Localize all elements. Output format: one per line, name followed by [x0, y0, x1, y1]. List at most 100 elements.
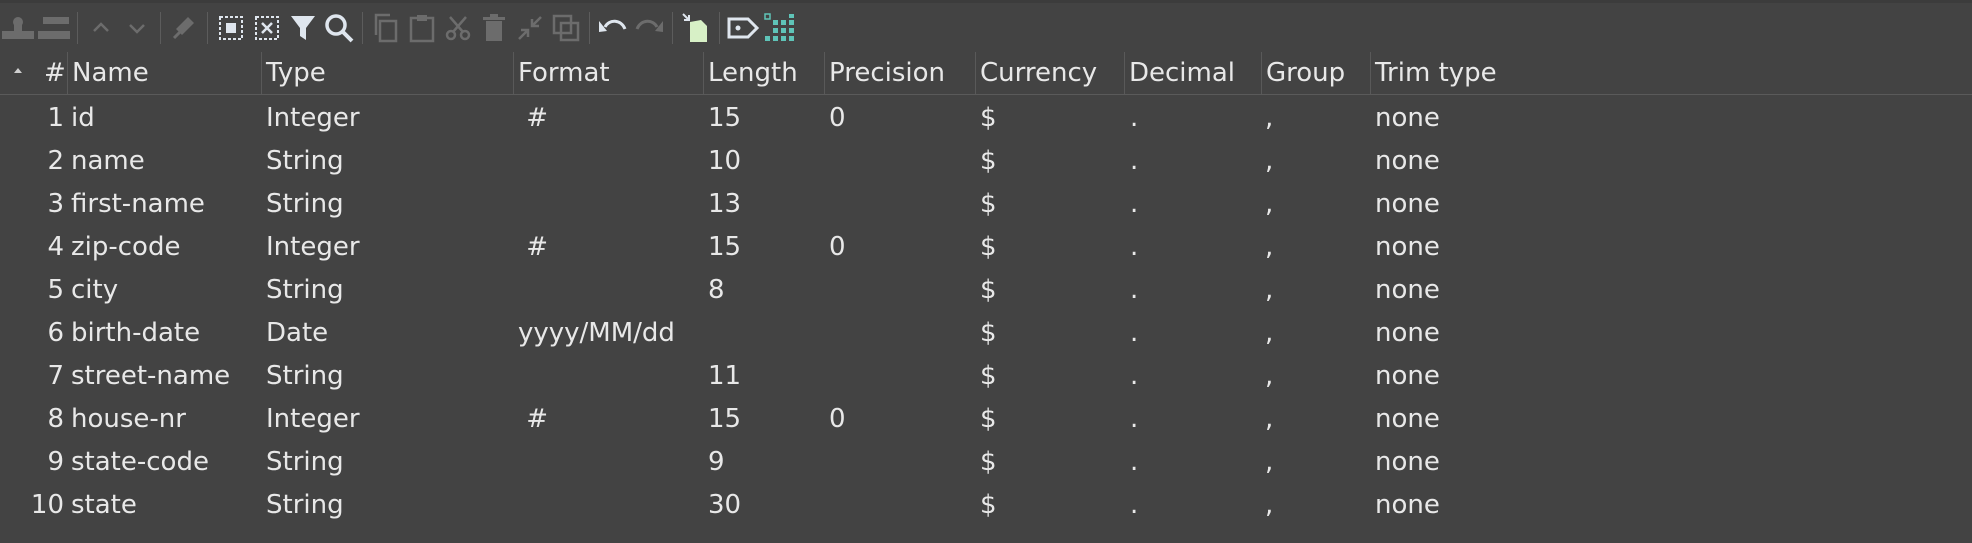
header-decimal[interactable]: Decimal	[1124, 52, 1235, 94]
table-row[interactable]: 4 zip-code Integer #15 0 $., none	[0, 226, 1972, 269]
cell-format[interactable]: #	[518, 398, 548, 441]
cell-currency[interactable]: $	[980, 441, 997, 484]
redo-button[interactable]	[631, 8, 667, 48]
cell-group[interactable]: ,	[1265, 97, 1273, 140]
cell-format[interactable]: #	[518, 97, 548, 140]
cell-group[interactable]: ,	[1265, 140, 1273, 183]
cell-trim[interactable]: none	[1375, 441, 1440, 484]
cut-button[interactable]	[440, 8, 476, 48]
cell-name[interactable]: house-nr	[71, 398, 186, 441]
cell-currency[interactable]: $	[980, 398, 997, 441]
move-up-button[interactable]	[83, 8, 119, 48]
cell-format[interactable]: yyyy/MM/dd	[518, 312, 675, 355]
cell-type[interactable]: Date	[266, 312, 328, 355]
cell-length[interactable]: 15	[708, 97, 741, 140]
cell-name[interactable]: street-name	[71, 355, 230, 398]
cell-group[interactable]: ,	[1265, 183, 1273, 226]
cell-group[interactable]: ,	[1265, 441, 1273, 484]
cell-group[interactable]: ,	[1265, 355, 1273, 398]
cell-precision[interactable]: 0	[829, 398, 846, 441]
header-name[interactable]: Name	[67, 52, 149, 94]
cell-precision[interactable]: 0	[829, 226, 846, 269]
insert-row-button[interactable]	[0, 8, 36, 48]
cell-currency[interactable]: $	[980, 355, 997, 398]
cell-name[interactable]: state	[71, 484, 137, 527]
move-down-button[interactable]	[119, 8, 155, 48]
cell-type[interactable]: String	[266, 355, 344, 398]
cell-decimal[interactable]: .	[1130, 398, 1138, 441]
cell-trim[interactable]: none	[1375, 312, 1440, 355]
cell-decimal[interactable]: .	[1130, 484, 1138, 527]
cell-decimal[interactable]: .	[1130, 183, 1138, 226]
cell-trim[interactable]: none	[1375, 226, 1440, 269]
cell-name[interactable]: state-code	[71, 441, 209, 484]
cell-trim[interactable]: none	[1375, 269, 1440, 312]
cell-name[interactable]: birth-date	[71, 312, 200, 355]
table-row[interactable]: 7 street-name String 11 $., none	[0, 355, 1972, 398]
cell-length[interactable]: 15	[708, 398, 741, 441]
header-num[interactable]: #	[44, 52, 66, 94]
deselect-button[interactable]	[249, 8, 285, 48]
header-type[interactable]: Type	[261, 52, 326, 94]
cell-decimal[interactable]: .	[1130, 226, 1138, 269]
cell-length[interactable]: 30	[708, 484, 741, 527]
cell-length[interactable]: 9	[708, 441, 725, 484]
cell-type[interactable]: String	[266, 183, 344, 226]
cell-length[interactable]: 10	[708, 140, 741, 183]
cell-name[interactable]: city	[71, 269, 118, 312]
get-fields-button[interactable]	[678, 8, 714, 48]
cell-format[interactable]: #	[518, 226, 548, 269]
cell-decimal[interactable]: .	[1130, 269, 1138, 312]
cell-currency[interactable]: $	[980, 226, 997, 269]
cell-currency[interactable]: $	[980, 183, 997, 226]
cell-trim[interactable]: none	[1375, 398, 1440, 441]
cell-type[interactable]: Integer	[266, 97, 360, 140]
cell-name[interactable]: zip-code	[71, 226, 180, 269]
cell-group[interactable]: ,	[1265, 484, 1273, 527]
table-row[interactable]: 10 state String 30 $., none	[0, 484, 1972, 527]
cell-type[interactable]: String	[266, 441, 344, 484]
cell-length[interactable]: 13	[708, 183, 741, 226]
cell-trim[interactable]: none	[1375, 355, 1440, 398]
sort-ascending-icon[interactable]	[14, 68, 22, 73]
table-row[interactable]: 1 id Integer #15 0 $., none	[0, 97, 1972, 140]
cell-length[interactable]: 8	[708, 269, 725, 312]
cell-type[interactable]: String	[266, 140, 344, 183]
cell-type[interactable]: String	[266, 484, 344, 527]
copy-button[interactable]	[368, 8, 404, 48]
duplicate-button[interactable]	[548, 8, 584, 48]
table-row[interactable]: 9 state-code String 9 $., none	[0, 441, 1972, 484]
filter-button[interactable]	[285, 8, 321, 48]
cell-type[interactable]: String	[266, 269, 344, 312]
cell-type[interactable]: Integer	[266, 398, 360, 441]
undo-button[interactable]	[595, 8, 631, 48]
trash-button[interactable]	[476, 8, 512, 48]
cell-type[interactable]: Integer	[266, 226, 360, 269]
header-currency[interactable]: Currency	[975, 52, 1097, 94]
cell-currency[interactable]: $	[980, 484, 997, 527]
cell-currency[interactable]: $	[980, 312, 997, 355]
cell-group[interactable]: ,	[1265, 312, 1273, 355]
tag-button[interactable]	[725, 8, 761, 48]
clear-button[interactable]	[166, 8, 202, 48]
cell-group[interactable]: ,	[1265, 398, 1273, 441]
table-row[interactable]: 2 name String 10 $., none	[0, 140, 1972, 183]
header-format[interactable]: Format	[513, 52, 610, 94]
cell-trim[interactable]: none	[1375, 484, 1440, 527]
cell-group[interactable]: ,	[1265, 226, 1273, 269]
header-precision[interactable]: Precision	[824, 52, 945, 94]
cell-group[interactable]: ,	[1265, 269, 1273, 312]
cell-decimal[interactable]: .	[1130, 97, 1138, 140]
cell-name[interactable]: name	[71, 140, 145, 183]
cell-decimal[interactable]: .	[1130, 312, 1138, 355]
header-length[interactable]: Length	[703, 52, 798, 94]
cell-currency[interactable]: $	[980, 97, 997, 140]
search-button[interactable]	[321, 8, 357, 48]
cell-name[interactable]: id	[71, 97, 95, 140]
table-row[interactable]: 3 first-name String 13 $., none	[0, 183, 1972, 226]
cell-length[interactable]: 11	[708, 355, 741, 398]
cell-currency[interactable]: $	[980, 269, 997, 312]
table-row[interactable]: 6 birth-date Date yyyy/MM/dd $., none	[0, 312, 1972, 355]
paste-button[interactable]	[404, 8, 440, 48]
cell-trim[interactable]: none	[1375, 97, 1440, 140]
